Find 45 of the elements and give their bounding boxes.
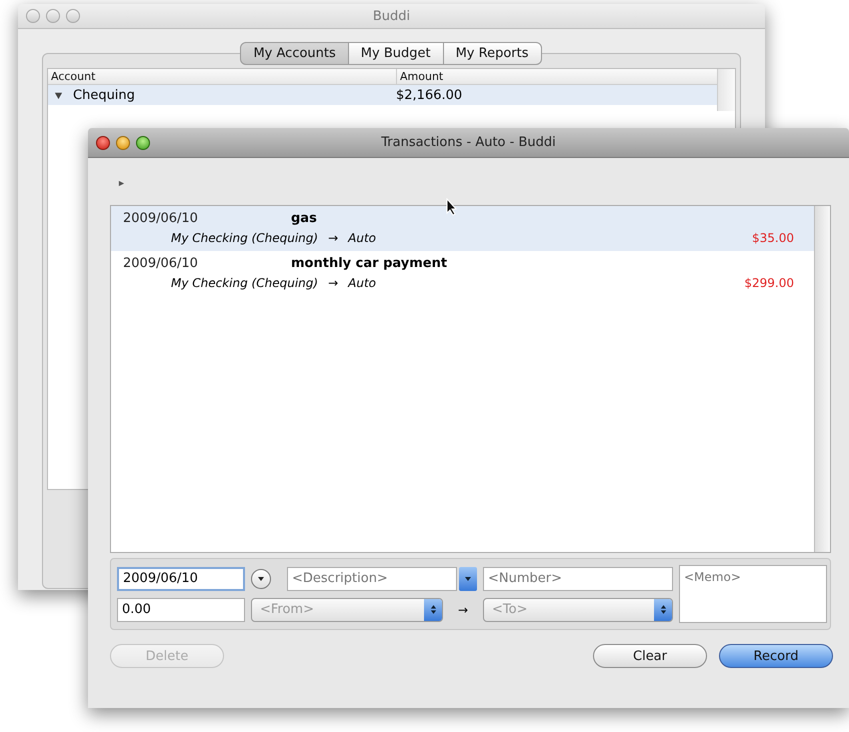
transaction-row[interactable]: 2009/06/10 monthly car payment My Checking (Chequing) → Auto $299.00 xyxy=(111,251,814,296)
transaction-amount: $35.00 xyxy=(752,231,794,245)
destination-account: Auto xyxy=(348,231,376,245)
tab[interactable]: My Reports xyxy=(442,42,542,65)
column-header[interactable]: Amount xyxy=(397,69,446,84)
destination-account: Auto xyxy=(348,276,376,290)
number-field[interactable]: <Number> xyxy=(483,566,673,590)
window-title: Buddi xyxy=(372,8,410,24)
disclosure-triangle-icon[interactable] xyxy=(54,90,63,100)
amount-field[interactable]: 0.00 xyxy=(117,598,245,622)
disclosure-triangle-icon[interactable] xyxy=(118,180,125,187)
arrow-glyph: → xyxy=(328,276,338,290)
table-row[interactable]: Chequing $2,166.00 xyxy=(48,85,717,105)
up-down-arrows-icon xyxy=(660,604,666,615)
memo-field[interactable]: <Memo> xyxy=(679,565,827,623)
transaction-amount: $299.00 xyxy=(744,276,794,290)
window-title: Transactions - Auto - Buddi xyxy=(381,135,556,150)
close-button[interactable] xyxy=(96,136,110,150)
source-account: My Checking (Chequing) xyxy=(171,276,318,290)
action-button[interactable]: Record xyxy=(719,644,833,668)
scrollbar[interactable] xyxy=(717,69,735,111)
transaction-date: 2009/06/10 xyxy=(123,210,199,226)
date-picker-button[interactable] xyxy=(251,568,271,588)
transaction-description: gas xyxy=(291,210,317,226)
action-button[interactable]: Clear xyxy=(593,644,707,668)
scrollbar[interactable] xyxy=(814,206,830,552)
zoom-button[interactable] xyxy=(136,136,150,150)
tab[interactable]: My Accounts xyxy=(240,42,349,65)
description-field[interactable]: <Description> xyxy=(287,566,457,590)
date-field[interactable]: 2009/06/10 xyxy=(117,566,245,590)
transaction-row[interactable]: 2009/06/10 gas My Checking (Chequing) → Auto $35.00 xyxy=(111,206,814,251)
caret-icon xyxy=(464,574,472,582)
table-cell: $2,166.00 xyxy=(396,88,462,102)
source-account: My Checking (Chequing) xyxy=(171,231,318,245)
tab[interactable]: My Budget xyxy=(348,42,444,65)
arrow-glyph: → xyxy=(328,231,338,245)
table-cell-text: Chequing xyxy=(73,88,136,102)
column-header[interactable]: Account xyxy=(48,69,397,84)
dropdown-button[interactable] xyxy=(459,566,477,590)
transaction-description: monthly car payment xyxy=(291,256,448,270)
minimize-button[interactable] xyxy=(116,136,130,150)
transaction-date: 2009/06/10 xyxy=(123,256,199,270)
up-down-arrows-icon xyxy=(430,604,436,615)
arrow-glyph: → xyxy=(458,602,468,616)
caret-icon xyxy=(257,574,265,582)
